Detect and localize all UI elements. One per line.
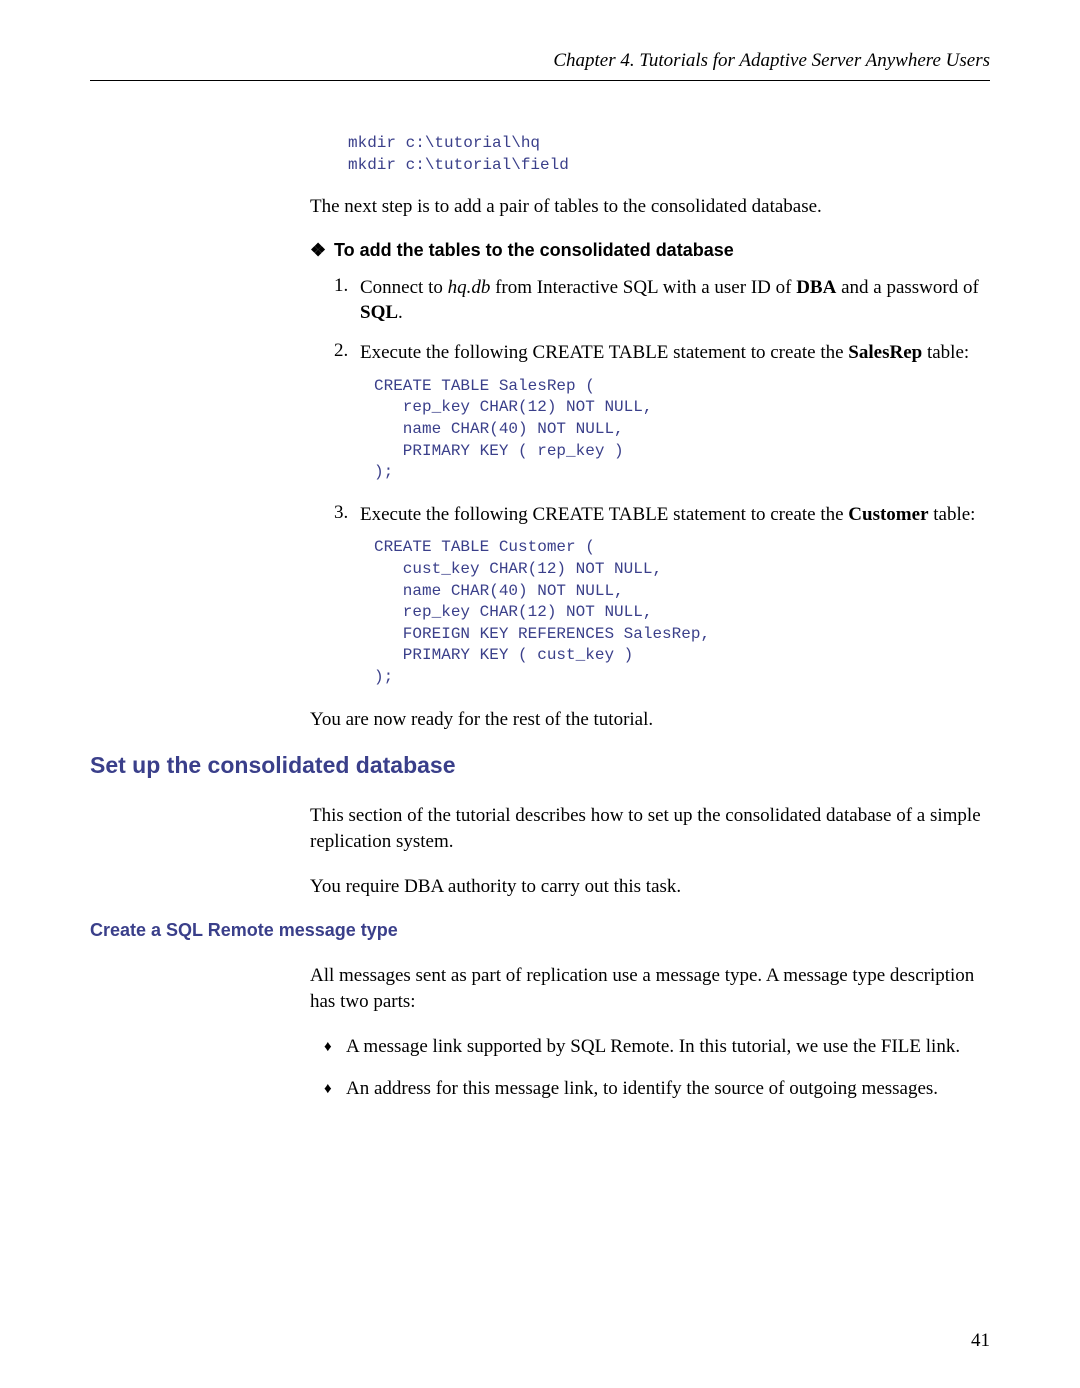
step-body: Execute the following CREATE TABLE state…: [360, 340, 990, 488]
procedure-heading: ❖To add the tables to the consolidated d…: [310, 240, 990, 261]
text: from Interactive SQL with a user ID of: [490, 277, 796, 298]
file-name: hq.db: [448, 277, 491, 298]
text: table:: [929, 504, 976, 525]
section-content: This section of the tutorial describes h…: [310, 803, 990, 900]
list-item: ♦ An address for this message link, to i…: [324, 1076, 990, 1102]
page-number: 41: [971, 1330, 990, 1352]
message-type-parts: ♦ A message link supported by SQL Remote…: [324, 1034, 990, 1101]
list-item: ♦ A message link supported by SQL Remote…: [324, 1034, 990, 1060]
step-number: 3.: [334, 502, 360, 693]
text: Execute the following CREATE TABLE state…: [360, 342, 848, 363]
subsection-heading-message-type: Create a SQL Remote message type: [90, 920, 990, 941]
code-mkdir: mkdir c:\tutorial\hq mkdir c:\tutorial\f…: [348, 133, 990, 176]
step-body: Connect to hq.db from Interactive SQL wi…: [360, 275, 990, 326]
bullet-icon: ♦: [324, 1076, 346, 1102]
code-customer: CREATE TABLE Customer ( cust_key CHAR(12…: [374, 537, 990, 688]
procedure-steps: 1. Connect to hq.db from Interactive SQL…: [334, 275, 990, 693]
password: SQL: [360, 302, 398, 323]
step-number: 2.: [334, 340, 360, 488]
step-1: 1. Connect to hq.db from Interactive SQL…: [334, 275, 990, 326]
section-heading-setup: Set up the consolidated database: [90, 752, 990, 779]
para-section-intro: This section of the tutorial describes h…: [310, 803, 990, 854]
step-number: 1.: [334, 275, 360, 326]
diamond-icon: ❖: [310, 240, 334, 261]
para-dba-authority: You require DBA authority to carry out t…: [310, 874, 990, 900]
text: and a password of: [836, 277, 978, 298]
text: table:: [922, 342, 969, 363]
bullet-text: An address for this message link, to ide…: [346, 1076, 990, 1102]
bullet-text: A message link supported by SQL Remote. …: [346, 1034, 990, 1060]
code-salesrep: CREATE TABLE SalesRep ( rep_key CHAR(12)…: [374, 376, 990, 484]
procedure-title-text: To add the tables to the consolidated da…: [334, 240, 734, 260]
table-name: SalesRep: [848, 342, 922, 363]
subsection-content: All messages sent as part of replication…: [310, 963, 990, 1102]
page-header: Chapter 4. Tutorials for Adaptive Server…: [90, 50, 990, 81]
bullet-icon: ♦: [324, 1034, 346, 1060]
text: Execute the following CREATE TABLE state…: [360, 504, 848, 525]
step-3: 3. Execute the following CREATE TABLE st…: [334, 502, 990, 693]
table-name: Customer: [848, 504, 928, 525]
text: .: [398, 302, 403, 323]
text: Connect to: [360, 277, 448, 298]
para-ready: You are now ready for the rest of the tu…: [310, 707, 990, 733]
para-next-step: The next step is to add a pair of tables…: [310, 194, 990, 220]
user-id: DBA: [796, 277, 836, 298]
para-message-type: All messages sent as part of replication…: [310, 963, 990, 1014]
step-body: Execute the following CREATE TABLE state…: [360, 502, 990, 693]
main-content: mkdir c:\tutorial\hq mkdir c:\tutorial\f…: [310, 133, 990, 732]
step-2: 2. Execute the following CREATE TABLE st…: [334, 340, 990, 488]
